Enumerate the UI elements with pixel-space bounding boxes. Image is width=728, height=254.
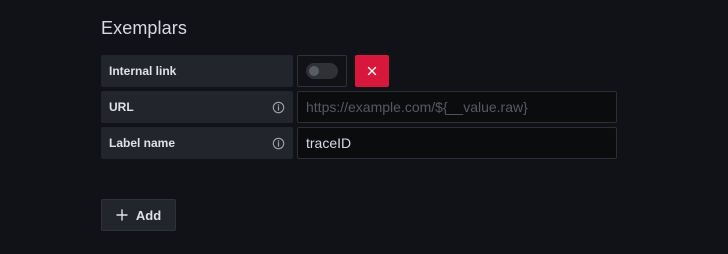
label-name-label: Label name: [109, 136, 176, 150]
plus-icon: [116, 209, 128, 221]
label-name-row: Label name: [101, 127, 617, 159]
toggle-knob: [309, 66, 319, 76]
internal-link-label-box: Internal link: [101, 55, 293, 87]
internal-link-label: Internal link: [109, 64, 177, 78]
times-icon: [367, 66, 377, 76]
url-input[interactable]: [297, 91, 617, 123]
add-button-label: Add: [135, 207, 162, 223]
remove-exemplar-button[interactable]: [355, 55, 389, 87]
label-name-input[interactable]: [297, 127, 617, 159]
info-circle-icon[interactable]: [271, 136, 285, 150]
url-row: URL: [101, 91, 617, 123]
internal-link-toggle[interactable]: [306, 63, 338, 79]
info-circle-icon[interactable]: [271, 100, 285, 114]
label-name-label-box: Label name: [101, 127, 293, 159]
url-label-box: URL: [101, 91, 293, 123]
url-label: URL: [109, 100, 134, 114]
internal-link-row: Internal link: [101, 55, 389, 87]
section-title: Exemplars: [101, 18, 187, 38]
internal-link-toggle-container[interactable]: [297, 55, 347, 87]
exemplars-settings: Exemplars Internal link URL https://exam…: [0, 0, 728, 254]
add-exemplar-button[interactable]: Add: [101, 199, 176, 231]
